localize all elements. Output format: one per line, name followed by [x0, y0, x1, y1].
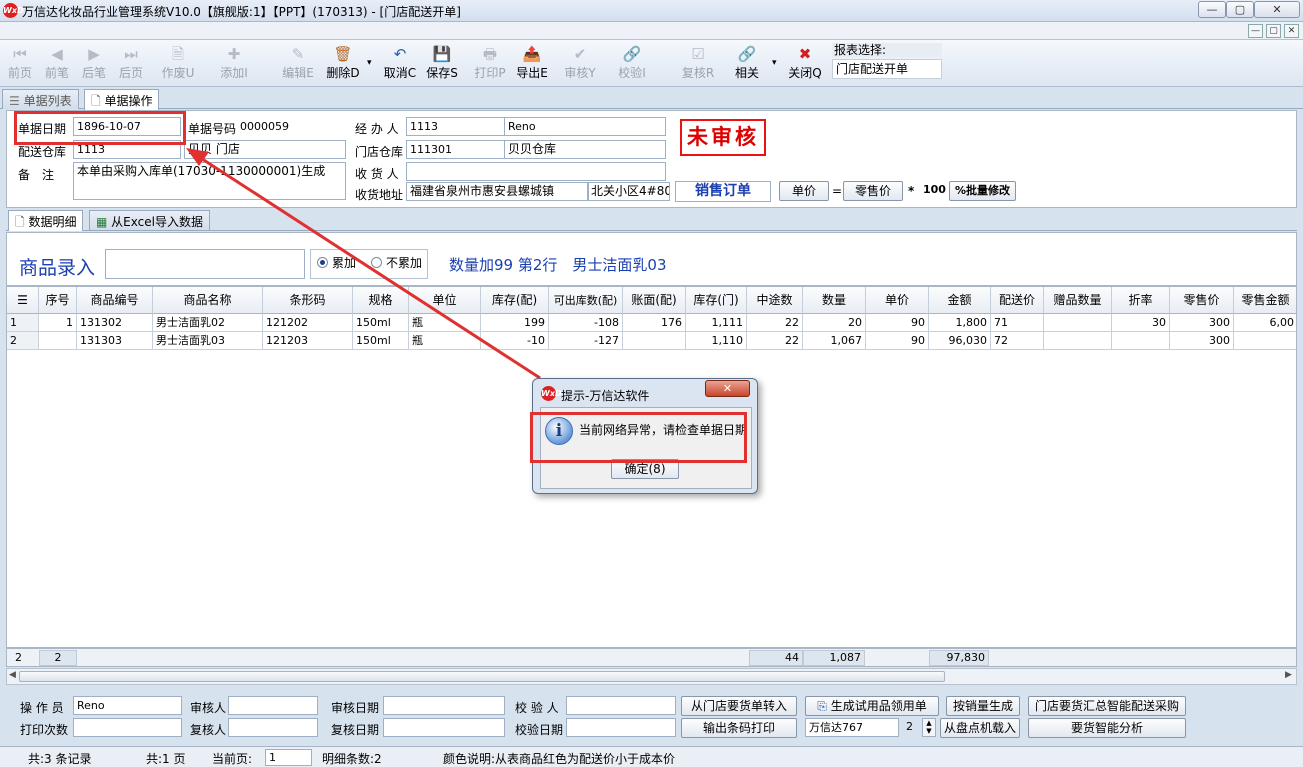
message-highlight-box — [530, 412, 747, 463]
date-highlight-box — [14, 111, 186, 145]
dialog-title: 提示-万信达软件 — [561, 389, 650, 403]
dialog-logo-icon: WxD — [541, 386, 562, 401]
dialog-close-button[interactable]: ✕ — [705, 380, 750, 397]
